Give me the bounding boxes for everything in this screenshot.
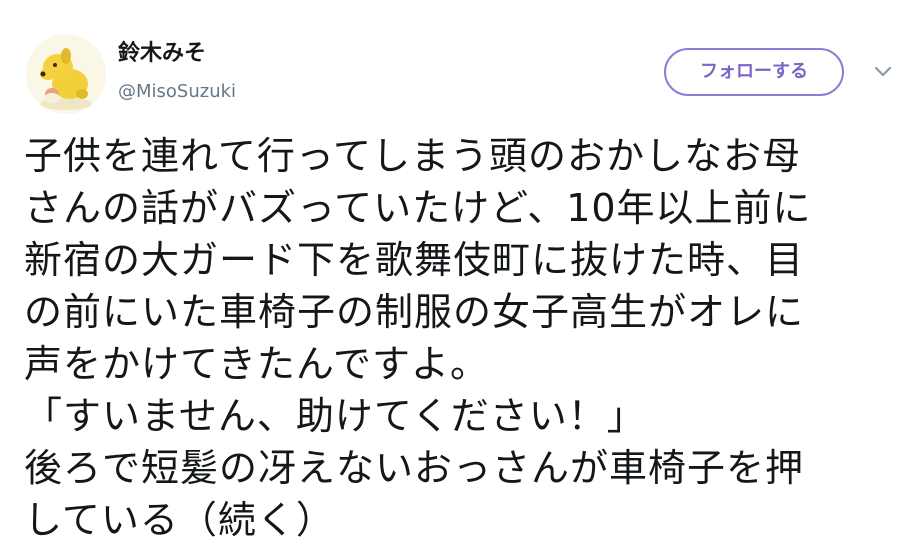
tweet-card: 鈴木みそ @MisoSuzuki フォローする 子供を連れて行ってしまう頭のおか… <box>0 0 900 542</box>
tweet-line: 新宿の大ガード下を歌舞伎町に抜けた時、目 <box>24 238 805 282</box>
tweet-line: 後ろで短髪の冴えないおっさんが車椅子を押 <box>24 446 805 490</box>
tweet-line: 声をかけてきたんですよ。 <box>24 342 489 386</box>
tweet-line: 子供を連れて行ってしまう頭のおかしなお母 <box>24 134 801 178</box>
chevron-down-icon[interactable] <box>872 62 894 80</box>
tweet-text: 子供を連れて行ってしまう頭のおかしなお母 さんの話がバズっていたけど、10年以上… <box>24 130 884 546</box>
dog-avatar-icon <box>40 48 92 110</box>
tweet-line: の前にいた車椅子の制服の女子高生がオレに <box>24 290 805 334</box>
tweet-line: 「すいません、助けてください！」 <box>24 394 646 438</box>
screen-name[interactable]: @MisoSuzuki <box>118 80 236 104</box>
follow-button[interactable]: フォローする <box>664 48 844 96</box>
tweet-line: さんの話がバズっていたけど、10年以上前に <box>24 186 812 230</box>
user-avatar[interactable] <box>26 34 106 114</box>
tweet-header: 鈴木みそ @MisoSuzuki フォローする <box>0 0 900 125</box>
tweet-line: している（続く） <box>24 498 335 542</box>
display-name[interactable]: 鈴木みそ <box>118 40 206 68</box>
